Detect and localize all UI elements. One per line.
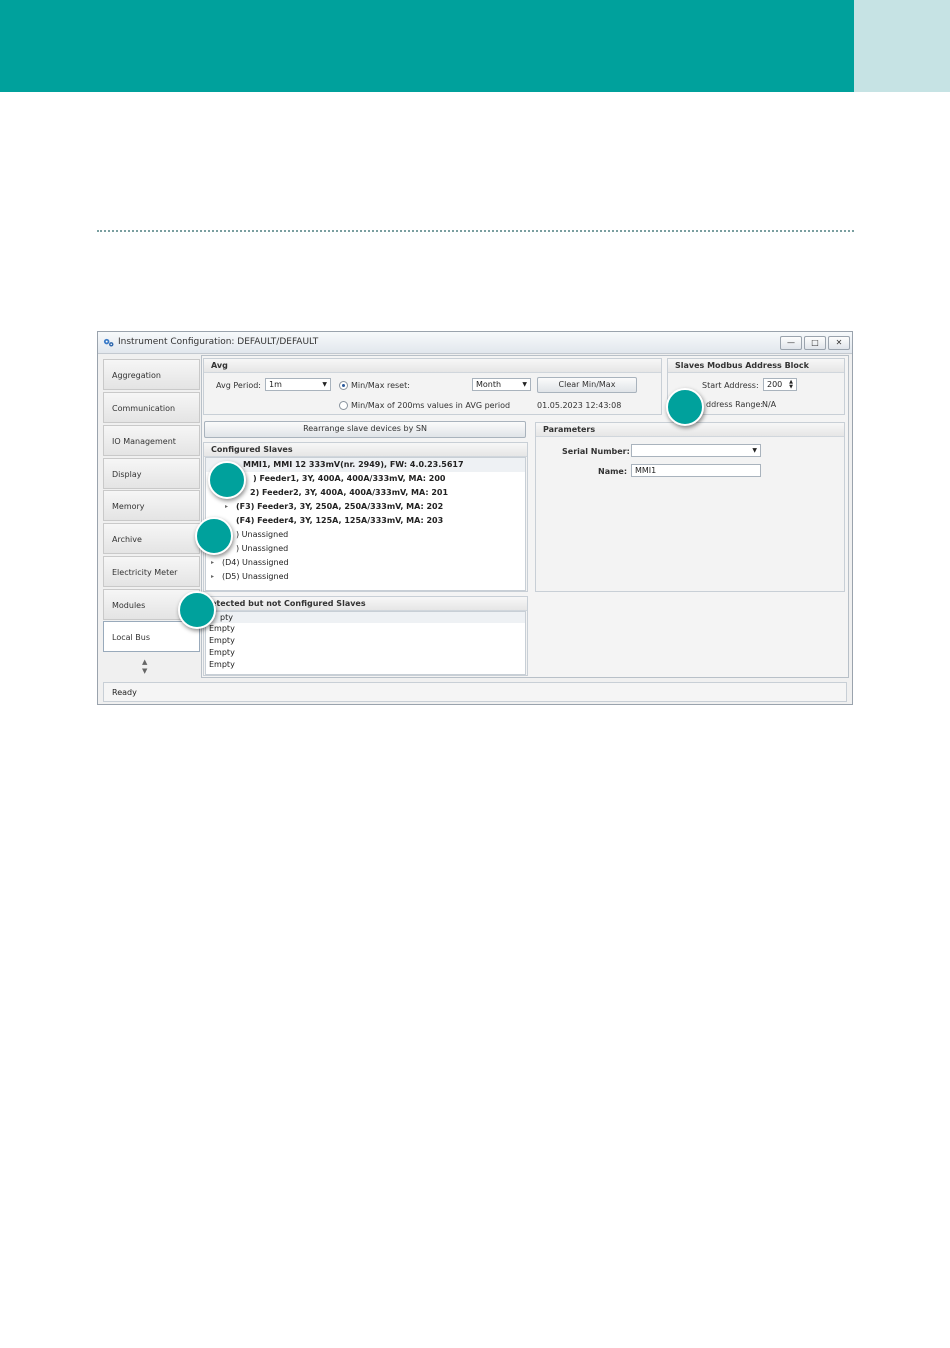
title-bar: Instrument Configuration: DEFAULT/DEFAUL…	[98, 332, 852, 354]
sidebar-item-memory[interactable]: Memory	[103, 490, 200, 521]
expand-arrow-icon[interactable]: ▸	[225, 500, 228, 514]
callout-marker	[666, 388, 704, 426]
list-item[interactable]: MMI1, MMI 12 333mV(nr. 2949), FW: 4.0.23…	[206, 458, 525, 472]
maximize-button[interactable]: □	[804, 336, 826, 350]
serial-number-select[interactable]: ▼	[631, 444, 761, 457]
chevron-down-icon: ▼	[322, 381, 327, 388]
avg-group: Avg Avg Period: 1m ▼ Min/Max reset: Mont…	[203, 358, 662, 415]
list-item[interactable]: 2) Feeder2, 3Y, 400A, 400A/333mV, MA: 20…	[206, 486, 525, 500]
sidebar-item-archive[interactable]: Archive	[103, 523, 200, 554]
scroll-down-icon[interactable]: ▼	[142, 667, 147, 676]
minmax-200ms-radio[interactable]	[339, 401, 348, 410]
avg-period-label: Avg Period:	[216, 381, 261, 390]
configured-slaves-group: Configured Slaves MMI1, MMI 12 333mV(nr.…	[203, 442, 528, 592]
minmax-reset-value: Month	[476, 380, 502, 389]
sidebar-item-io-management[interactable]: IO Management	[103, 425, 200, 456]
rearrange-slaves-button[interactable]: Rearrange slave devices by SN	[204, 421, 526, 438]
address-range-value: N/A	[762, 400, 777, 409]
start-address-value: 200	[767, 380, 783, 389]
minmax-reset-radio[interactable]	[339, 381, 348, 390]
clear-minmax-button[interactable]: Clear Min/Max	[537, 377, 637, 393]
avg-period-select[interactable]: 1m ▼	[265, 378, 331, 391]
sidebar-item-display[interactable]: Display	[103, 458, 200, 489]
start-address-label: Start Address:	[702, 381, 759, 390]
chevron-down-icon: ▼	[752, 447, 757, 454]
header-band	[0, 0, 854, 92]
serial-number-label: Serial Number:	[562, 447, 630, 456]
sidebar-scroll[interactable]: ▲ ▼	[142, 658, 147, 676]
detected-slaves-group: etected but not Configured Slaves pty Em…	[203, 596, 528, 676]
close-button[interactable]: ✕	[828, 336, 850, 350]
minimize-button[interactable]: —	[780, 336, 802, 350]
list-item[interactable]: ) Feeder1, 3Y, 400A, 400A/333mV, MA: 200	[206, 472, 525, 486]
configured-slaves-list: MMI1, MMI 12 333mV(nr. 2949), FW: 4.0.23…	[205, 457, 526, 591]
window-title: Instrument Configuration: DEFAULT/DEFAUL…	[118, 337, 319, 347]
status-bar: Ready	[103, 682, 847, 702]
list-item[interactable]: Empty	[206, 659, 525, 670]
list-item[interactable]: ▸ (D5) Unassigned	[206, 570, 525, 584]
gears-icon	[103, 338, 114, 347]
scroll-up-icon[interactable]: ▲	[142, 658, 147, 667]
address-range-label: ddress Range:	[706, 400, 764, 409]
detected-slaves-list: pty Empty Empty Empty Empty	[205, 611, 526, 675]
list-item[interactable]: Empty	[206, 623, 525, 634]
list-item[interactable]: Empty	[206, 647, 525, 658]
minmax-200ms-label: Min/Max of 200ms values in AVG period	[351, 401, 511, 410]
minmax-timestamp: 01.05.2023 12:43:08	[537, 401, 622, 410]
dotted-divider	[97, 230, 854, 232]
expand-arrow-icon[interactable]: ▸	[211, 570, 214, 584]
list-item[interactable]: ▸ (F3) Feeder3, 3Y, 250A, 250A/333mV, MA:…	[206, 500, 525, 514]
sidebar-item-communication[interactable]: Communication	[103, 392, 200, 423]
callout-marker	[195, 517, 233, 555]
list-item[interactable]: pty	[206, 612, 525, 623]
start-address-spinner[interactable]: 200 ▲ ▼	[763, 378, 797, 391]
list-item[interactable]: (F4) Feeder4, 3Y, 125A, 125A/333mV, MA: …	[206, 514, 525, 528]
spinner-arrows-icon[interactable]: ▲ ▼	[789, 380, 793, 390]
callout-marker	[208, 461, 246, 499]
name-label: Name:	[598, 467, 628, 476]
header-tab	[854, 0, 950, 92]
modbus-group-title: Slaves Modbus Address Block	[668, 359, 844, 373]
name-value: MMI1	[635, 466, 657, 475]
minmax-reset-label: Min/Max reset:	[351, 381, 410, 390]
minmax-reset-select[interactable]: Month ▼	[472, 378, 531, 391]
sidebar-item-aggregation[interactable]: Aggregation	[103, 359, 200, 390]
list-item[interactable]: ) Unassigned	[206, 542, 525, 556]
name-field[interactable]: MMI1	[631, 464, 761, 477]
callout-marker	[178, 591, 216, 629]
avg-group-title: Avg	[204, 359, 661, 373]
list-item[interactable]: ) Unassigned	[206, 528, 525, 542]
configured-slaves-title: Configured Slaves	[204, 443, 527, 457]
avg-period-value: 1m	[269, 380, 282, 389]
expand-arrow-icon[interactable]: ▸	[211, 556, 214, 570]
local-bus-panel: Avg Avg Period: 1m ▼ Min/Max reset: Mont…	[201, 355, 849, 678]
sidebar-item-electricity-meter[interactable]: Electricity Meter	[103, 556, 200, 587]
list-item[interactable]: ▸ (D4) Unassigned	[206, 556, 525, 570]
parameters-group: Parameters Serial Number: ▼ Name: MMI1	[535, 422, 845, 592]
chevron-down-icon: ▼	[522, 381, 527, 388]
list-item[interactable]: Empty	[206, 635, 525, 646]
detected-slaves-title: etected but not Configured Slaves	[204, 597, 527, 611]
